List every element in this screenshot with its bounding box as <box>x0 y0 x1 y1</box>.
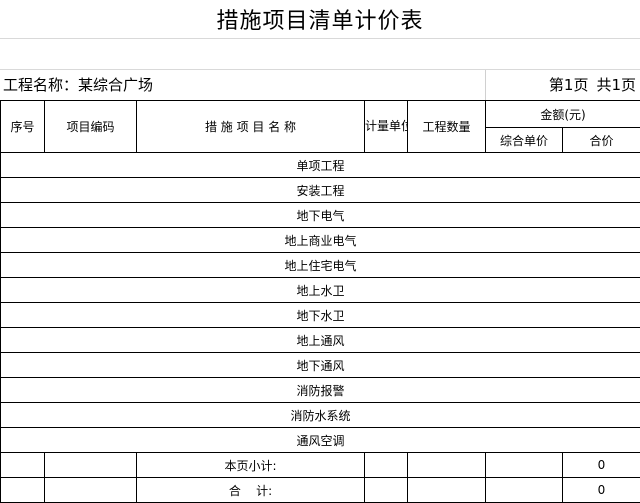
section-label: 地上住宅电气 <box>1 253 640 278</box>
project-label: 工程名称： <box>3 76 78 94</box>
section-row: 消防水系统 <box>1 403 640 428</box>
section-label: 地下电气 <box>1 203 640 228</box>
pricing-table: 序号 项目编码 措 施 项 目 名 称 计量单位 工程数量 金额(元) 综合单价… <box>0 100 640 503</box>
section-row: 安装工程 <box>1 178 640 203</box>
section-row: 地上通风 <box>1 328 640 353</box>
subtotal-value: 0 <box>563 453 640 478</box>
section-row: 地下通风 <box>1 353 640 378</box>
page-total: 共1页 <box>596 76 636 94</box>
section-row: 地下电气 <box>1 203 640 228</box>
section-row: 地上水卫 <box>1 278 640 303</box>
project-info: 工程名称：某综合广场 <box>3 70 153 100</box>
section-row: 地上商业电气 <box>1 228 640 253</box>
section-label: 安装工程 <box>1 178 640 203</box>
total-value: 0 <box>563 478 640 503</box>
section-label: 消防水系统 <box>1 403 640 428</box>
total-row: 合 计: 0 <box>1 478 640 503</box>
page-current: 第1页 <box>549 76 589 94</box>
section-row: 地上住宅电气 <box>1 253 640 278</box>
section-label: 地下通风 <box>1 353 640 378</box>
header-amount: 金额(元) <box>486 101 640 128</box>
empty-cell <box>45 453 137 478</box>
subtotal-row: 本页小计: 0 <box>1 453 640 478</box>
project-name: 某综合广场 <box>78 76 153 94</box>
section-row: 单项工程 <box>1 153 640 178</box>
empty-cell <box>365 478 408 503</box>
section-row: 消防报警 <box>1 378 640 403</box>
section-label: 地上商业电气 <box>1 228 640 253</box>
section-row: 通风空调 <box>1 428 640 453</box>
section-label: 消防报警 <box>1 378 640 403</box>
header-unit-price: 综合单价 <box>486 128 563 153</box>
header-quantity: 工程数量 <box>408 101 486 153</box>
pricing-sheet: 措施项目清单计价表 工程名称：某综合广场 第1页共1页 序号 项目编码 措 施 … <box>0 0 640 500</box>
empty-cell <box>408 478 486 503</box>
header-seq: 序号 <box>1 101 45 153</box>
subtotal-label: 本页小计: <box>137 453 365 478</box>
empty-cell <box>45 478 137 503</box>
empty-cell <box>365 453 408 478</box>
blank-row <box>0 38 640 70</box>
empty-cell <box>1 478 45 503</box>
header-code: 项目编码 <box>45 101 137 153</box>
empty-cell <box>408 453 486 478</box>
empty-cell <box>486 478 563 503</box>
info-row: 工程名称：某综合广场 第1页共1页 <box>0 70 640 100</box>
page-title: 措施项目清单计价表 <box>0 0 640 39</box>
header-unit: 计量单位 <box>365 101 408 153</box>
total-label: 合 计: <box>137 478 365 503</box>
header-total-price: 合价 <box>563 128 640 153</box>
header-name: 措 施 项 目 名 称 <box>137 101 365 153</box>
empty-cell <box>486 453 563 478</box>
section-label: 地上水卫 <box>1 278 640 303</box>
empty-cell <box>1 453 45 478</box>
section-row: 地下水卫 <box>1 303 640 328</box>
section-label: 通风空调 <box>1 428 640 453</box>
section-label: 单项工程 <box>1 153 640 178</box>
page-info: 第1页共1页 <box>549 70 636 100</box>
section-label: 地下水卫 <box>1 303 640 328</box>
section-label: 地上通风 <box>1 328 640 353</box>
info-divider <box>485 70 486 100</box>
